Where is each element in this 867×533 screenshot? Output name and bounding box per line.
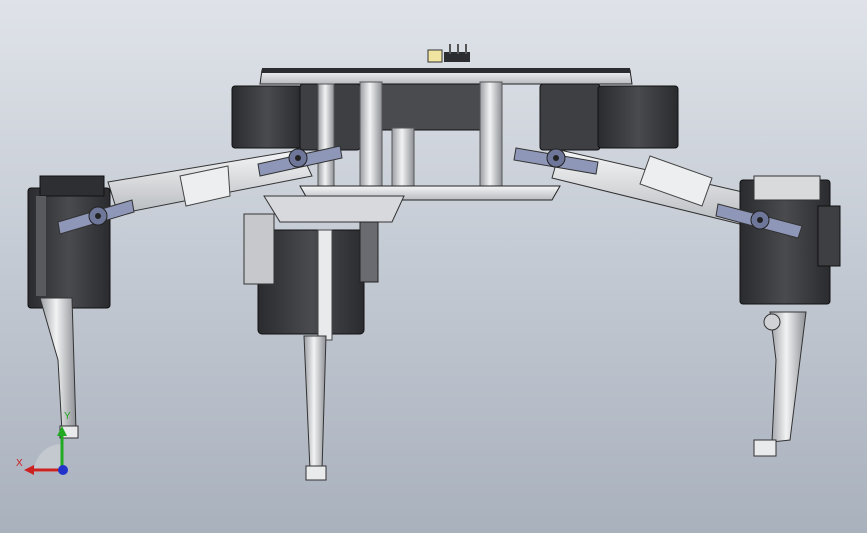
body-servos (231, 83, 679, 151)
lower-plate (263, 185, 561, 223)
center-leg-servo (243, 213, 379, 341)
right-tibia (753, 311, 807, 457)
cad-viewport[interactable]: X Y (0, 0, 867, 533)
coordinate-triad: X Y (12, 410, 82, 480)
connector-header (427, 44, 470, 63)
top-plate (259, 68, 633, 85)
triad-y-label: Y (64, 411, 71, 422)
left-leg-servo (27, 175, 111, 309)
robot-model[interactable] (0, 0, 867, 533)
right-leg-servo (739, 175, 841, 305)
triad-x-label: X (16, 458, 23, 469)
triad-arrows-icon (24, 426, 68, 475)
center-tibia (303, 335, 327, 481)
